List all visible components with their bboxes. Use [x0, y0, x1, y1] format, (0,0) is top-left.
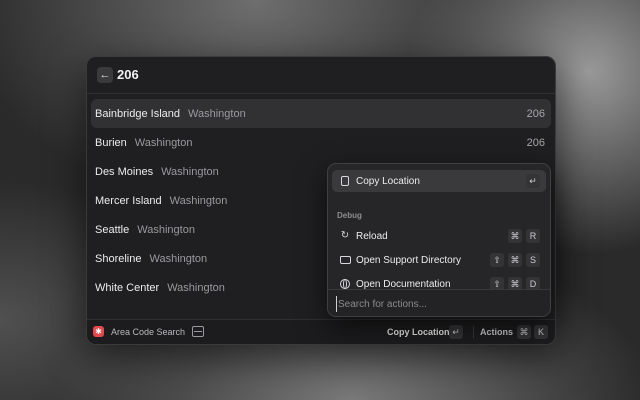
city-name: Seattle [95, 223, 130, 236]
area-code: 206 [526, 136, 545, 149]
city-name: Bainbridge Island [95, 107, 181, 120]
action-label: Reload [356, 231, 388, 242]
search-header: ← 206 [87, 57, 555, 94]
state-name: Washington [169, 194, 228, 207]
state-name: Washington [134, 136, 193, 149]
r-key-hint: R [526, 229, 540, 243]
state-name: Washington [137, 223, 195, 236]
footer-divider [473, 326, 474, 338]
folder-icon [340, 256, 351, 264]
area-code-app-icon: ✱ [93, 326, 104, 337]
command-key-hint: ⌘ [517, 325, 531, 339]
globe-icon [340, 279, 350, 289]
app-name: Area Code Search [111, 327, 186, 337]
return-key-hint: ↵ [449, 325, 463, 339]
search-query[interactable]: 206 [117, 67, 139, 82]
footer-bar: ✱ Area Code Search Copy Location ↵ Actio… [87, 319, 555, 344]
shift-key-hint: ⇧ [490, 253, 504, 267]
clipboard-icon [341, 176, 349, 186]
area-code: 206 [526, 107, 545, 120]
city-name: Burien [95, 136, 127, 149]
list-item[interactable]: Burien Washington 206 [91, 128, 551, 157]
action-panel: Copy Location ↵ Debug ↻ Reload ⌘ R Open … [327, 163, 551, 317]
city-name: Des Moines [95, 165, 154, 178]
arrow-left-icon: ← [99, 68, 111, 81]
action-reload[interactable]: ↻ Reload ⌘ R [332, 225, 546, 247]
command-key-hint: ⌘ [508, 229, 522, 243]
city-name: Mercer Island [95, 194, 162, 207]
state-name: Washington [161, 165, 219, 178]
k-key-hint: K [534, 325, 548, 339]
back-button[interactable]: ← [97, 67, 113, 83]
actions-button[interactable]: Actions [480, 327, 513, 337]
action-list: Copy Location ↵ Debug ↻ Reload ⌘ R Open … [328, 164, 550, 290]
keyboard-icon[interactable] [192, 326, 204, 337]
reload-icon: ↻ [340, 230, 350, 241]
state-name: Washington [149, 252, 208, 265]
action-copy-location[interactable]: Copy Location ↵ [332, 170, 546, 192]
city-name: White Center [95, 281, 160, 294]
state-name: Washington [188, 107, 246, 120]
action-open-support-directory[interactable]: Open Support Directory ⇧ ⌘ S [332, 249, 546, 271]
return-key-hint: ↵ [526, 174, 540, 188]
action-search-row [328, 289, 550, 316]
primary-action-button[interactable]: Copy Location [387, 327, 450, 337]
list-item[interactable]: Bainbridge Island Washington 206 [91, 99, 551, 128]
s-key-hint: S [526, 253, 540, 267]
action-label: Copy Location [356, 176, 420, 187]
action-label: Open Support Directory [356, 255, 462, 266]
action-search-input[interactable] [336, 296, 540, 312]
state-name: Washington [167, 281, 225, 294]
action-open-documentation[interactable]: Open Documentation ⇧ ⌘ D [332, 273, 546, 290]
command-key-hint: ⌘ [508, 253, 522, 267]
city-name: Shoreline [95, 252, 142, 265]
section-title-debug: Debug [337, 211, 362, 220]
